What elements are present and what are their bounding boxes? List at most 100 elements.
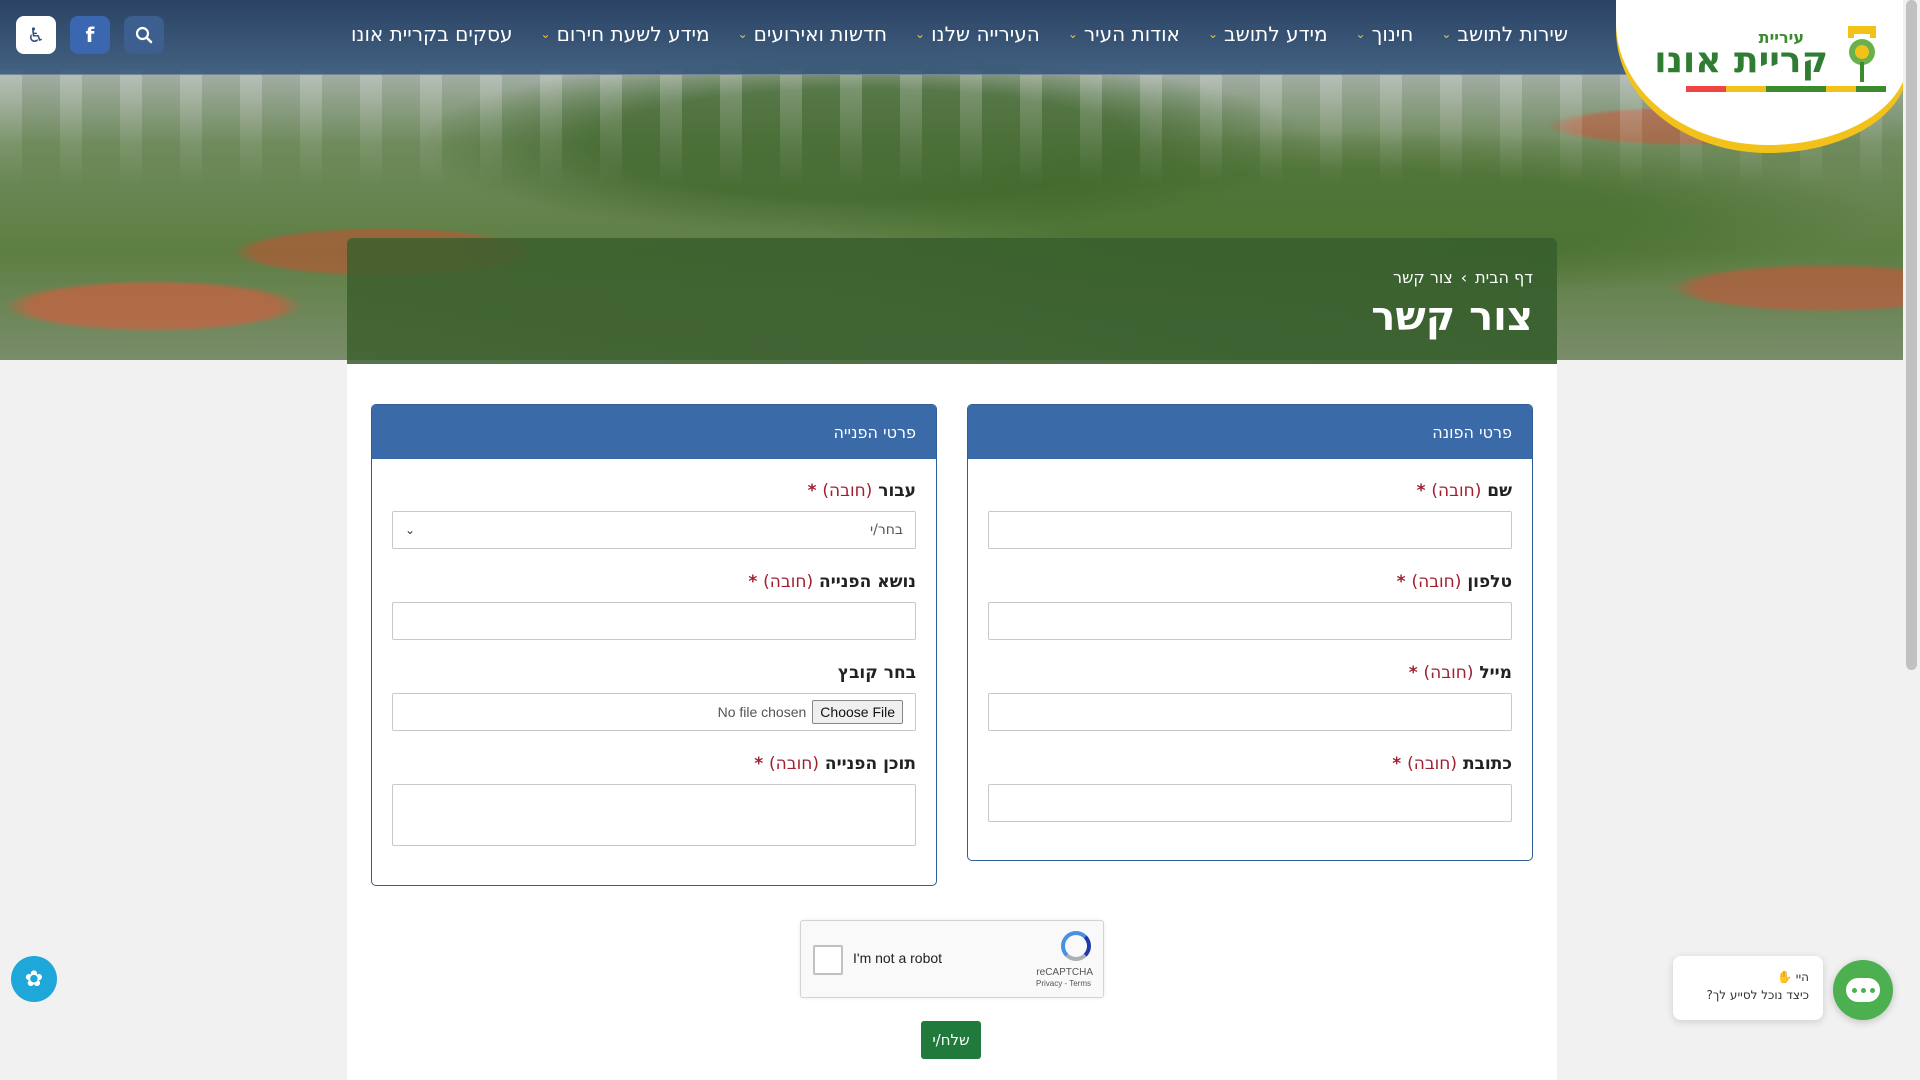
required-star: *	[1396, 572, 1406, 592]
label-text: שם	[1487, 481, 1512, 501]
file-field-group: בחר קובץ Choose File No file chosen	[392, 663, 916, 731]
chevron-down-icon: ⌄	[1207, 27, 1218, 41]
nav-item-emergency-info[interactable]: מידע לשעת חירום ⌄	[541, 22, 710, 46]
breadcrumb-separator: ›	[1460, 268, 1468, 287]
label-text: תוכן הפנייה	[824, 754, 916, 774]
email-label: מייל (חובה) *	[988, 663, 1512, 683]
search-icon[interactable]	[124, 16, 164, 54]
chevron-down-icon: ⌄	[405, 523, 416, 537]
subject-label: נושא הפנייה (חובה) *	[392, 572, 916, 592]
tree-logo-icon	[1848, 26, 1876, 82]
subject-input[interactable]	[392, 602, 916, 640]
file-label: בחר קובץ	[837, 663, 916, 683]
file-status: No file chosen	[717, 704, 807, 720]
recaptcha-links[interactable]: Privacy - Terms	[1036, 979, 1091, 988]
label-text: טלפון	[1467, 572, 1512, 592]
required-star: *	[807, 481, 817, 501]
required-text: (חובה)	[1423, 663, 1474, 683]
to-field-group: עבור (חובה) * בחר/י ⌄	[392, 481, 916, 549]
chat-question: כיצד נוכל לסייע לך?	[1706, 988, 1809, 1002]
nav-label: חדשות ואירועים	[753, 22, 888, 46]
required-star: *	[754, 754, 764, 774]
to-label: עבור (חובה) *	[392, 481, 916, 501]
required-text: (חובה)	[1411, 572, 1462, 592]
recaptcha-label: I'm not a robot	[853, 950, 943, 966]
logo-stripe	[1686, 86, 1886, 92]
choose-file-button[interactable]: Choose File	[812, 700, 903, 724]
email-input[interactable]	[988, 693, 1512, 731]
nav-label: שירות לתושב	[1457, 22, 1568, 46]
nav-item-about-city[interactable]: אודות העיר ⌄	[1068, 22, 1180, 46]
page-title-panel: דף הבית › צור קשר צור קשר	[347, 238, 1557, 364]
recaptcha-checkbox[interactable]	[813, 945, 843, 975]
requester-box-header: פרטי הפונה	[968, 405, 1532, 459]
label-text: נושא הפנייה	[819, 572, 916, 592]
required-text: (חובה)	[763, 572, 814, 592]
waving-hand-icon: ✋	[1777, 970, 1792, 984]
required-text: (חובה)	[1407, 754, 1458, 774]
nav-label: מידע לתושב	[1224, 22, 1328, 46]
nav-label: אודות העיר	[1083, 22, 1180, 46]
contact-form-container: פרטי הפונה שם (חובה) * טלפון (חובה) * מי…	[347, 364, 1557, 1080]
nav-item-education[interactable]: חינוך ⌄	[1356, 22, 1414, 46]
nav-item-resident-service[interactable]: שירות לתושב ⌄	[1441, 22, 1568, 46]
chat-dots	[1846, 978, 1880, 1002]
nav-item-news-events[interactable]: חדשות ואירועים ⌄	[738, 22, 887, 46]
submit-button[interactable]: שלח/י	[921, 1021, 981, 1059]
address-field-group: כתובת (חובה) *	[988, 754, 1512, 822]
name-input[interactable]	[988, 511, 1512, 549]
required-text: (חובה)	[769, 754, 819, 774]
nav-label: מידע לשעת חירום	[556, 22, 710, 46]
nav-label: חינוך	[1371, 22, 1414, 46]
chevron-down-icon: ⌄	[737, 27, 748, 41]
logo-big-text: קריית אונו	[1654, 40, 1828, 81]
select-value: בחר/י	[870, 522, 903, 538]
email-field-group: מייל (חובה) *	[988, 663, 1512, 731]
phone-label: טלפון (חובה) *	[988, 572, 1512, 592]
required-star: *	[1416, 481, 1426, 501]
chat-icon[interactable]	[1833, 960, 1893, 1020]
to-select[interactable]: בחר/י ⌄	[392, 511, 916, 549]
breadcrumb: דף הבית › צור קשר	[1393, 268, 1533, 287]
subject-field-group: נושא הפנייה (חובה) *	[392, 572, 916, 640]
required-text: (חובה)	[822, 481, 873, 501]
breadcrumb-current: צור קשר	[1393, 268, 1453, 287]
chat-greeting-text: היי	[1795, 970, 1809, 984]
accessibility-widget-icon[interactable]: ✿	[11, 956, 57, 1002]
address-input[interactable]	[988, 784, 1512, 822]
phone-field-group: טלפון (חובה) *	[988, 572, 1512, 640]
chat-greeting: היי ✋	[1687, 968, 1809, 986]
accessibility-icon[interactable]: ♿	[16, 16, 56, 54]
chevron-down-icon: ⌄	[1355, 27, 1366, 41]
label-text: עבור	[878, 481, 916, 501]
required-star: *	[1408, 663, 1418, 683]
chevron-down-icon: ⌄	[915, 27, 926, 41]
name-label: שם (חובה) *	[988, 481, 1512, 501]
facebook-icon[interactable]: f	[70, 16, 110, 54]
required-star: *	[748, 572, 758, 592]
scrollbar-thumb[interactable]	[1906, 0, 1917, 670]
nav-item-resident-info[interactable]: מידע לתושב ⌄	[1208, 22, 1328, 46]
nav-item-our-municipality[interactable]: העירייה שלנו ⌄	[915, 22, 1040, 46]
request-box-header: פרטי הפנייה	[372, 405, 936, 459]
file-input[interactable]: Choose File No file chosen	[392, 693, 916, 731]
page-title: צור קשר	[1371, 294, 1533, 340]
chat-greeting-bubble[interactable]: היי ✋ כיצד נוכל לסייע לך?	[1673, 956, 1823, 1020]
content-field-group: תוכן הפנייה (חובה) *	[392, 754, 916, 846]
chevron-down-icon: ⌄	[540, 27, 551, 41]
nav-item-business[interactable]: עסקים בקריית אונו	[351, 22, 513, 46]
recaptcha-logo-icon	[1061, 931, 1091, 961]
requester-details-box: פרטי הפונה שם (חובה) * טלפון (חובה) * מי…	[967, 404, 1533, 861]
name-field-group: שם (חובה) *	[988, 481, 1512, 549]
request-details-box: פרטי הפנייה עבור (חובה) * בחר/י ⌄ נושא ה…	[371, 404, 937, 886]
scrollbar[interactable]	[1903, 0, 1920, 1080]
chevron-down-icon: ⌄	[1441, 27, 1452, 41]
phone-input[interactable]	[988, 602, 1512, 640]
required-star: *	[1392, 754, 1402, 774]
recaptcha-brand: reCAPTCHA	[1036, 967, 1093, 978]
recaptcha-widget: I'm not a robot reCAPTCHA Privacy - Term…	[800, 920, 1104, 998]
breadcrumb-home-link[interactable]: דף הבית	[1475, 268, 1533, 287]
content-label: תוכן הפנייה (חובה) *	[392, 754, 916, 774]
address-label: כתובת (חובה) *	[988, 754, 1512, 774]
content-textarea[interactable]	[392, 784, 916, 846]
